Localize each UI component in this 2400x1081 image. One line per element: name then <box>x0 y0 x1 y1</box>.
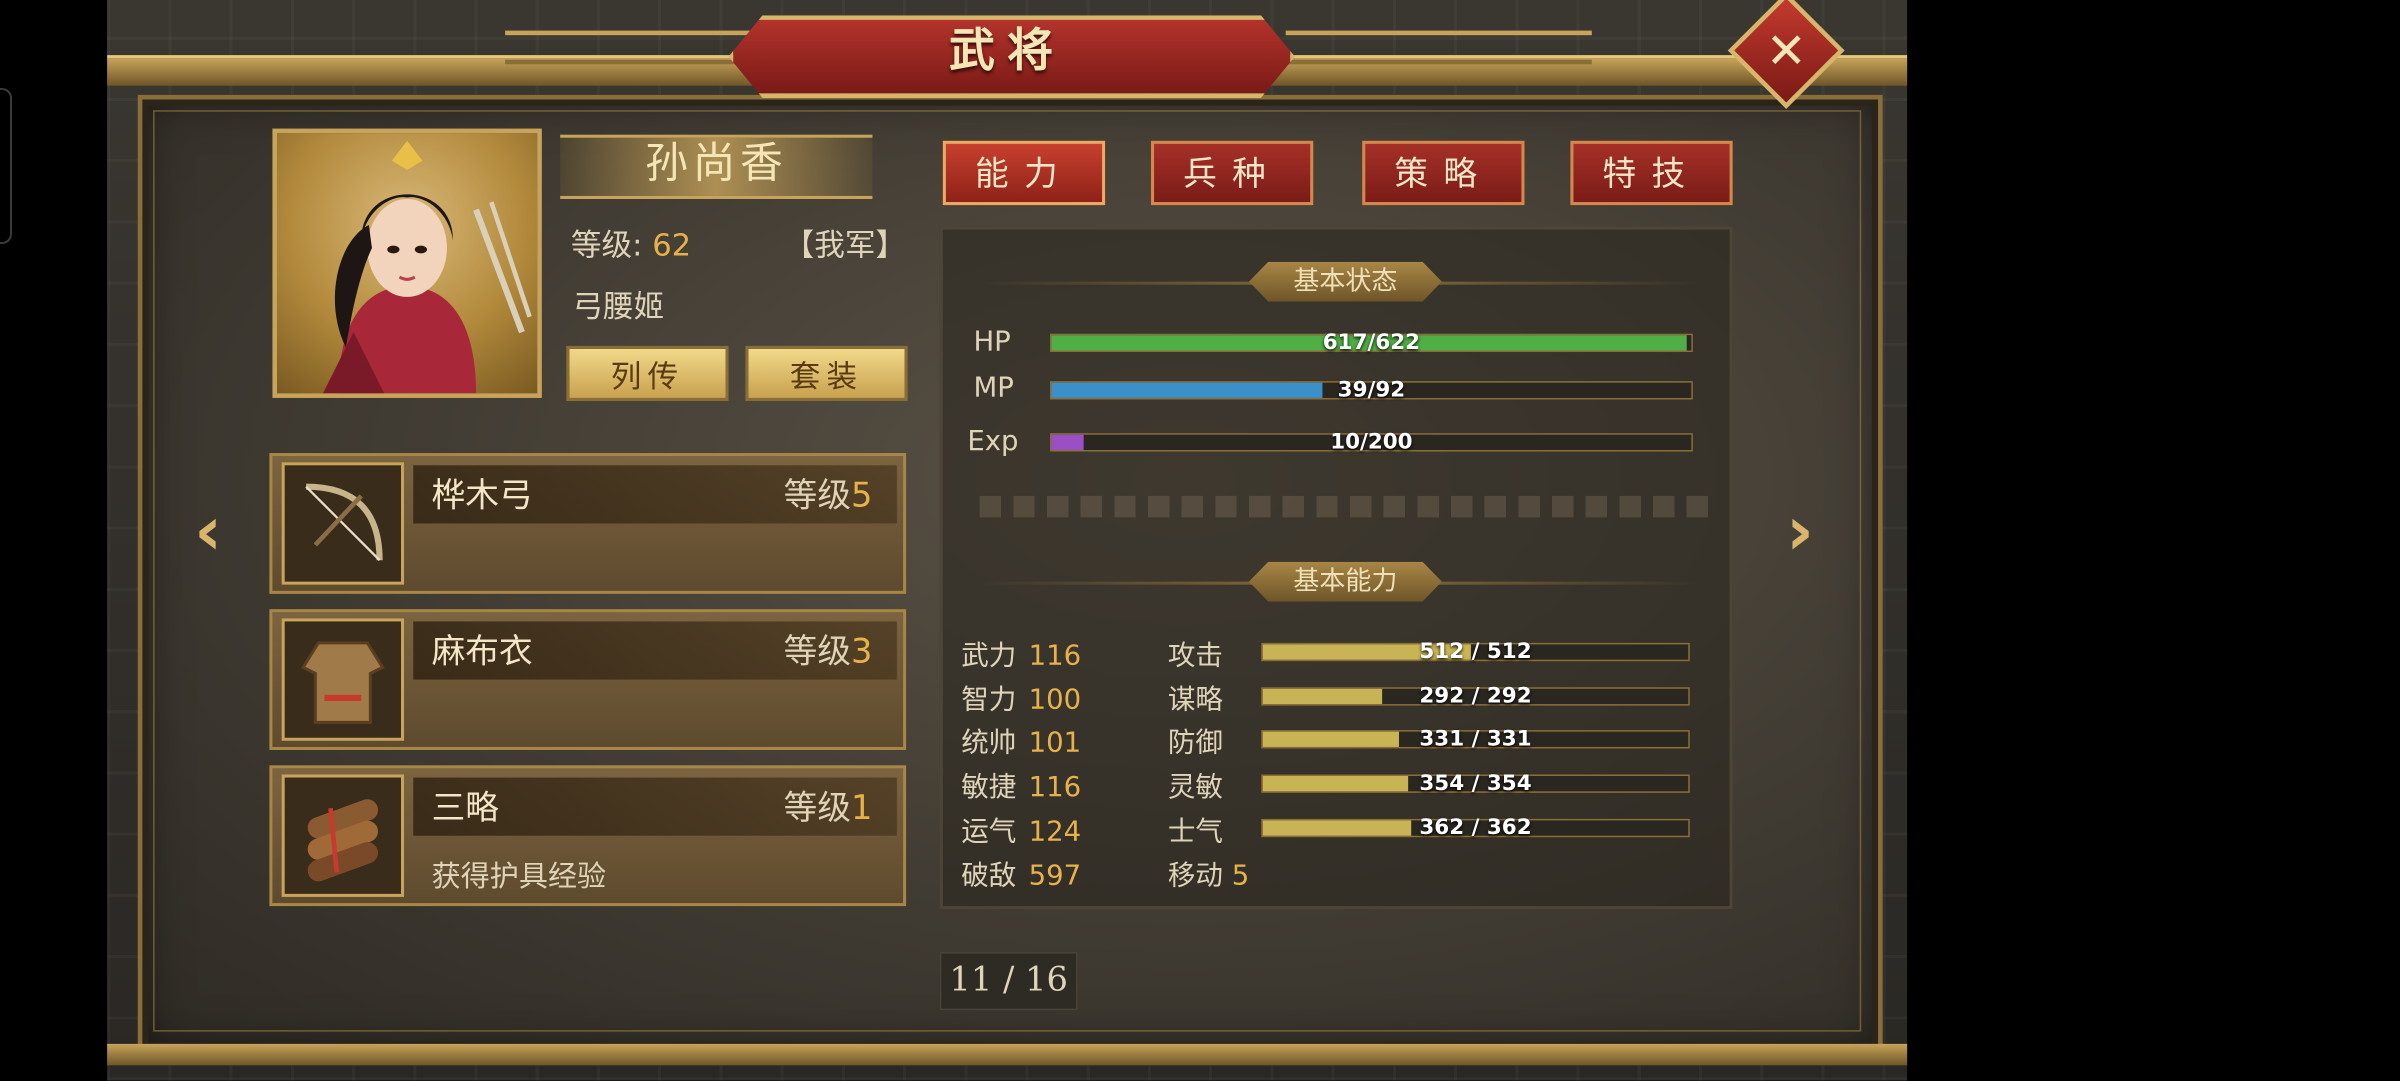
attribute-label: 敏捷 <box>961 771 1017 804</box>
attribute-label: 破敌 <box>961 860 1017 893</box>
next-hero-arrow-icon[interactable]: › <box>1769 498 1830 566</box>
basic-status-heading: 基本状态 <box>1248 261 1442 302</box>
attribute-value: 597 <box>1028 860 1082 893</box>
mp-bar: 39/92 <box>1049 378 1693 403</box>
hp-value: 617/622 <box>1322 330 1421 356</box>
attribute-label: 武力 <box>961 639 1017 672</box>
equipment-level: 等级5 <box>783 477 873 516</box>
equipment-slot-accessory[interactable]: 三略 等级1 获得护具经验 <box>269 765 907 907</box>
combat-bar: 331 / 331 <box>1261 727 1690 752</box>
attribute-row: 统帅 101 <box>961 721 1081 761</box>
attribute-label: 智力 <box>961 684 1017 717</box>
hp-label: HP <box>973 326 1011 359</box>
attribute-row: 敏捷 116 <box>961 765 1081 805</box>
prev-hero-arrow-icon[interactable]: ‹ <box>178 498 239 566</box>
tab-troop-type[interactable]: 兵种 <box>1151 140 1314 206</box>
level-label: 等级: <box>570 226 643 264</box>
attribute-value: 116 <box>1028 639 1082 672</box>
move-stat: 移动 5 <box>1168 854 1249 894</box>
armor-icon <box>281 618 405 741</box>
scroll-icon <box>281 774 405 897</box>
tab-ability[interactable]: 能力 <box>942 140 1106 206</box>
hp-bar: 617/622 <box>1049 330 1693 356</box>
decorative-divider <box>979 495 1712 518</box>
equipment-name: 桦木弓 <box>431 477 533 516</box>
combat-label: 灵敏 <box>1167 771 1223 804</box>
hero-window: 武将 ✕ 孙尚香 等级: 62 【我军】 弓腰姬 列传 套装 桦木弓 等级5 麻… <box>0 0 2400 1081</box>
set-button[interactable]: 套装 <box>745 345 908 402</box>
combat-value: 512 / 512 <box>1419 639 1532 665</box>
attribute-label: 统帅 <box>961 727 1017 760</box>
frame-bottom <box>107 1043 1908 1066</box>
move-label: 移动 <box>1167 860 1223 893</box>
equipment-description: 获得护具经验 <box>431 860 607 894</box>
basic-ability-heading: 基本能力 <box>1248 561 1442 602</box>
attribute-value: 124 <box>1028 815 1082 848</box>
exp-label: Exp <box>967 425 1019 458</box>
attribute-value: 100 <box>1028 684 1082 717</box>
equipment-name: 三略 <box>431 789 499 829</box>
combat-value: 331 / 331 <box>1419 727 1532 752</box>
combat-label: 防御 <box>1167 727 1223 760</box>
equipment-slot-armor[interactable]: 麻布衣 等级3 <box>269 609 907 750</box>
window-title: 武将 <box>948 24 1066 79</box>
combat-value: 292 / 292 <box>1419 684 1532 709</box>
attribute-row: 武力 116 <box>961 634 1081 674</box>
attribute-row: 智力 100 <box>961 678 1081 718</box>
combat-label: 士气 <box>1167 815 1223 848</box>
attribute-row: 运气 124 <box>961 810 1081 850</box>
mp-label: MP <box>973 371 1014 405</box>
combat-bar: 362 / 362 <box>1261 815 1690 841</box>
equipment-level: 等级1 <box>783 789 873 829</box>
exp-value: 10/200 <box>1330 430 1413 455</box>
attribute-value: 101 <box>1028 727 1082 760</box>
bow-icon <box>281 462 405 585</box>
attribute-label: 运气 <box>961 815 1017 848</box>
move-value: 5 <box>1231 860 1250 893</box>
equipment-level: 等级3 <box>783 633 873 672</box>
combat-value: 354 / 354 <box>1419 771 1532 796</box>
combat-bar: 512 / 512 <box>1261 639 1690 665</box>
page-indicator: 11 / 16 <box>939 952 1078 1011</box>
hero-faction: 【我军】 <box>783 226 907 264</box>
equipment-name: 麻布衣 <box>431 633 533 672</box>
biography-button[interactable]: 列传 <box>566 345 729 402</box>
attribute-value: 116 <box>1028 771 1082 804</box>
mp-value: 39/92 <box>1337 378 1406 403</box>
hero-level: 等级: 62 <box>571 220 691 264</box>
hero-portrait <box>272 128 542 398</box>
level-value: 62 <box>652 226 692 264</box>
combat-label: 攻击 <box>1167 639 1223 672</box>
combat-bar: 292 / 292 <box>1261 684 1690 709</box>
tab-special-skill[interactable]: 特技 <box>1570 140 1733 206</box>
combat-value: 362 / 362 <box>1419 815 1532 841</box>
exp-bar: 10/200 <box>1049 430 1693 455</box>
combat-label: 谋略 <box>1167 684 1223 717</box>
close-icon[interactable]: ✕ <box>1745 9 1828 92</box>
combat-bar: 354 / 354 <box>1261 771 1690 796</box>
tab-strategy[interactable]: 策略 <box>1362 140 1525 206</box>
attribute-row: 破敌 597 <box>961 854 1081 894</box>
hero-name: 孙尚香 <box>645 137 788 189</box>
hero-class: 弓腰姬 <box>572 287 665 325</box>
equipment-slot-weapon[interactable]: 桦木弓 等级5 <box>269 453 907 594</box>
